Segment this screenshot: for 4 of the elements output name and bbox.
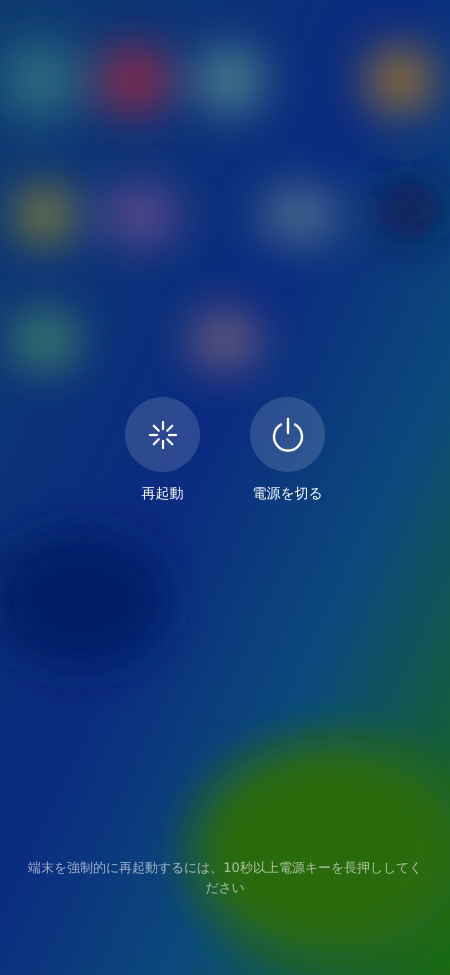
power-icon <box>270 416 304 452</box>
action-label: 電源を切る <box>252 485 322 503</box>
action-label: 再起動 <box>142 485 184 503</box>
hint-text: 端末を強制的に再起動するには、10秒以上電源キーを長押ししてください <box>27 860 423 898</box>
